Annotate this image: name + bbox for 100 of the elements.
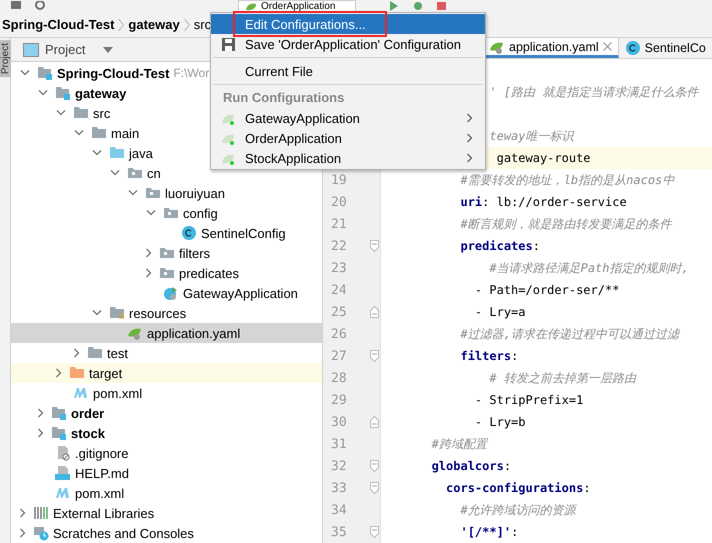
code-line: #跨域配置 — [432, 436, 487, 453]
code-line: - StripPrefix=1 — [474, 392, 584, 409]
item-label: resources — [129, 306, 186, 320]
line-number: 24 — [331, 282, 347, 298]
menu-item[interactable]: OrderApplication — [211, 128, 485, 148]
leaf-icon — [245, 1, 257, 11]
menu-item[interactable]: StockApplication — [211, 148, 485, 168]
line-number: 19 — [331, 172, 347, 188]
code-line: #允许跨域访问的资源 — [460, 502, 576, 519]
item-label: GatewayApplication — [183, 286, 298, 300]
item-label: java — [129, 146, 153, 160]
tree-item[interactable]: Scratches and Consoles — [11, 523, 322, 543]
line-number: 35 — [331, 524, 347, 540]
code-line: uri: lb://order-service — [460, 194, 627, 211]
folder-icon — [87, 345, 103, 361]
tree-item[interactable]: predicates — [11, 263, 322, 283]
run-config-name: OrderApplication — [261, 0, 336, 12]
tree-item[interactable]: stock — [11, 423, 322, 443]
menu-item[interactable]: Current File — [211, 61, 485, 81]
code-line: - Lry=b — [474, 414, 526, 431]
tree-item[interactable]: filters — [11, 243, 322, 263]
code-line: #断言规则，就是路由转发要满足的条件 — [460, 216, 672, 233]
project-view-selector[interactable]: Project — [23, 42, 114, 57]
tree-item[interactable]: .gitignore — [11, 443, 322, 463]
maven-icon — [73, 385, 89, 401]
item-label: Spring-Cloud-Test — [57, 66, 170, 80]
code-line: - Path=/order-ser/** — [474, 282, 620, 299]
folder-icon — [55, 85, 71, 101]
code-line: gateway-route — [496, 150, 591, 167]
tree-item[interactable]: SentinelConfig — [11, 223, 322, 243]
tree-item[interactable]: pom.xml — [11, 383, 322, 403]
line-number: 26 — [331, 326, 347, 342]
code-line: globalcors: — [432, 458, 512, 475]
line-number: 33 — [331, 480, 347, 496]
chevron-icon — [118, 18, 124, 32]
code-line: # 转发之前去掉第一层路由 — [489, 370, 636, 387]
menu-item[interactable]: Edit Configurations... — [211, 14, 485, 34]
line-number: 28 — [331, 370, 347, 386]
code-line: '[/**]': — [460, 524, 518, 541]
class-icon — [624, 40, 641, 56]
code-line: filters: — [460, 348, 518, 365]
item-label: stock — [71, 426, 105, 440]
item-label: External Libraries — [53, 506, 154, 520]
line-number: 22 — [331, 238, 347, 254]
tree-item[interactable]: luoruiyuan — [11, 183, 322, 203]
tree-item[interactable]: GatewayApplication — [11, 283, 322, 303]
folder-icon — [145, 185, 161, 201]
code-line: #当请求路径满足Path指定的规则时, — [489, 260, 689, 277]
editor-tab[interactable]: SentinelCo — [618, 38, 712, 58]
line-number: 25 — [331, 304, 347, 320]
item-label: pom.xml — [75, 486, 124, 500]
line-number: 31 — [331, 436, 347, 452]
tree-item[interactable]: resources — [11, 303, 322, 323]
file-icon — [55, 445, 71, 461]
tree-item[interactable]: test — [11, 343, 322, 363]
maven-icon — [55, 485, 71, 501]
line-number: 20 — [331, 194, 347, 210]
folder-icon — [109, 145, 125, 161]
tree-item[interactable]: pom.xml — [11, 483, 322, 503]
item-label: main — [111, 126, 140, 140]
class-icon — [163, 285, 179, 301]
folder-icon — [159, 265, 175, 281]
folder-icon — [73, 105, 89, 121]
tree-item[interactable]: config — [11, 203, 322, 223]
folder-icon — [69, 365, 85, 381]
file-icon — [55, 465, 71, 481]
menu-item[interactable]: GatewayApplication — [211, 108, 485, 128]
panel-title: Project — [45, 42, 86, 57]
item-label: application.yaml — [147, 326, 240, 340]
libraries-icon — [33, 505, 49, 521]
code-line: predicates: — [460, 238, 540, 255]
folder-icon — [51, 425, 67, 441]
item-label: gateway — [75, 86, 126, 100]
item-label: target — [89, 366, 122, 380]
item-label: pom.xml — [93, 386, 142, 400]
code-line: #需要转发的地址，lb指的是从nacos中 — [460, 172, 674, 189]
folder-icon — [91, 125, 107, 141]
tree-item[interactable]: target — [11, 363, 322, 383]
path-hint: F:\Wor — [173, 66, 210, 80]
project-tool-tab[interactable]: Project — [0, 40, 11, 78]
breadcrumb-item[interactable]: Spring-Cloud-Test — [2, 17, 114, 32]
line-number: 29 — [331, 392, 347, 408]
tree-item[interactable]: order — [11, 403, 322, 423]
item-label: order — [71, 406, 104, 420]
item-label: .gitignore — [75, 446, 128, 460]
folder-icon — [159, 245, 175, 261]
scratches-icon — [33, 525, 49, 541]
code-line: #过滤器,请求在传递过程中可以通过过滤 — [460, 326, 679, 343]
line-number: 21 — [331, 216, 347, 232]
folder-icon — [163, 205, 179, 221]
editor-tab[interactable]: application.yaml — [483, 38, 619, 58]
menu-item[interactable]: Save 'OrderApplication' Configuration — [211, 34, 485, 54]
item-label: predicates — [179, 266, 239, 280]
tree-item[interactable]: application.yaml — [11, 323, 322, 343]
tree-item[interactable]: External Libraries — [11, 503, 322, 523]
run-config-selector[interactable]: OrderApplication — [238, 0, 356, 12]
item-label: config — [183, 206, 218, 220]
tree-item[interactable]: HELP.md — [11, 463, 322, 483]
breadcrumb-item[interactable]: gateway — [128, 17, 180, 32]
breadcrumb-item[interactable]: src — [194, 17, 212, 32]
